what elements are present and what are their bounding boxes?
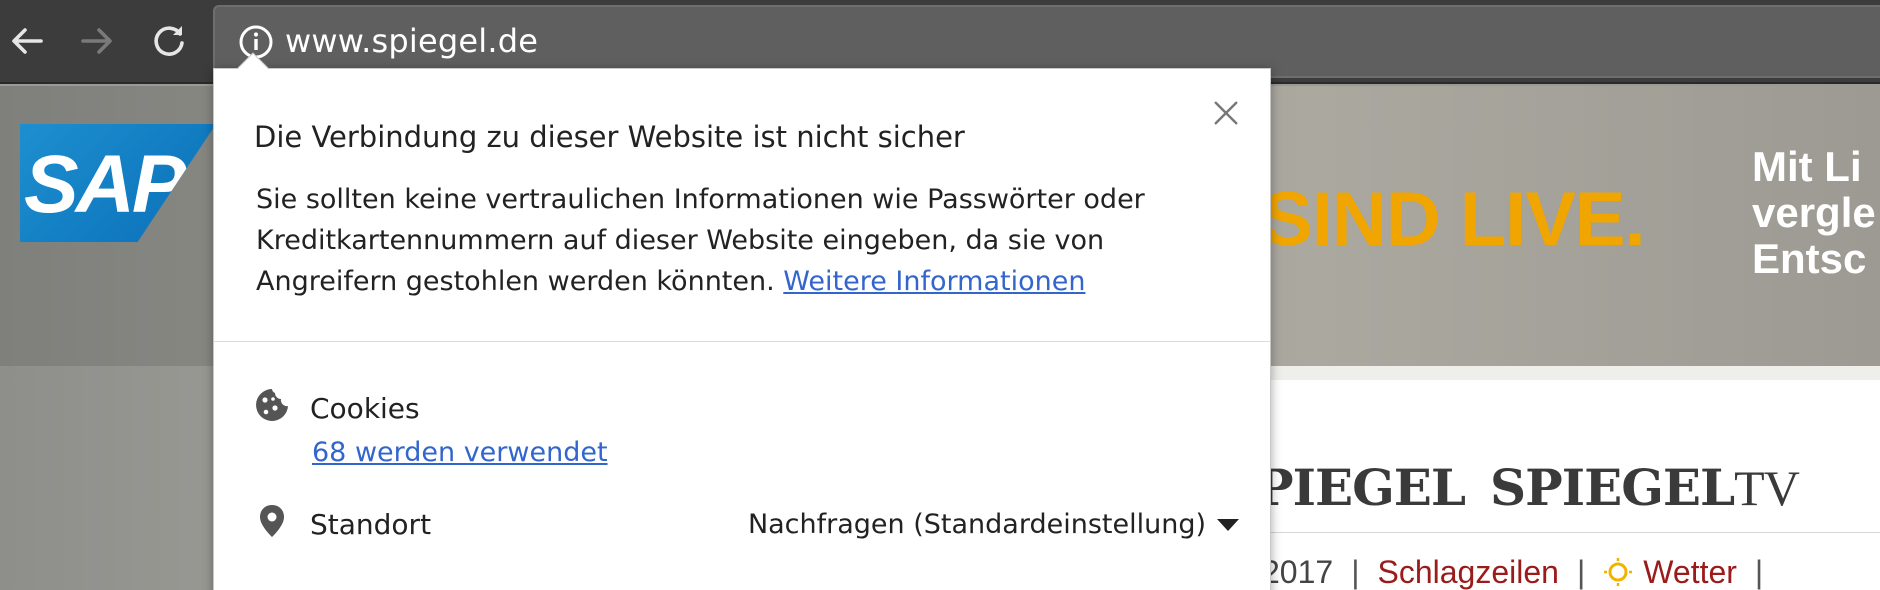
headlines-link[interactable]: Schlagzeilen <box>1378 554 1559 590</box>
site-info-popup: Die Verbindung zu dieser Website ist nic… <box>213 52 1271 590</box>
close-icon <box>1214 101 1238 125</box>
weather-link[interactable]: Wetter <box>1603 554 1737 590</box>
spiegel-tv-suffix: TV <box>1734 460 1800 516</box>
ad-side-line: vergle <box>1752 189 1876 236</box>
location-permission-select[interactable]: Nachfragen (Standardeinstellung) <box>740 503 1240 547</box>
ad-side-line: Mit Li <box>1752 144 1862 190</box>
spiegel-logo[interactable]: PIEGEL <box>1256 458 1466 517</box>
location-label: Standort <box>310 508 432 541</box>
chevron-down-icon <box>1217 519 1239 531</box>
location-permission-value: Nachfragen (Standardeinstellung) <box>747 509 1206 540</box>
sap-logo-text: SAP <box>24 139 187 230</box>
reload-icon <box>154 26 184 56</box>
cookies-label: Cookies <box>310 392 420 425</box>
connection-status-title: Die Verbindung zu dieser Website ist nic… <box>254 120 965 154</box>
connection-warning-text: Sie sollten keine vertraulichen Informat… <box>256 179 1236 302</box>
more-info-link[interactable]: Weitere Informationen <box>783 266 1085 297</box>
ad-side-line: Entsc <box>1752 235 1867 282</box>
divider <box>214 341 1270 342</box>
ad-headline: SIND LIVE. <box>1262 177 1646 262</box>
weather-link-label: Wetter <box>1643 554 1737 590</box>
date-year: 2017 <box>1262 554 1334 590</box>
reload-button[interactable] <box>144 16 194 66</box>
nav-separator: | <box>1754 554 1764 590</box>
spiegel-tv-logo[interactable]: SPIEGELTV <box>1490 458 1800 517</box>
divider <box>1262 532 1880 533</box>
sap-logo[interactable]: SAP <box>20 124 216 242</box>
location-pin-icon <box>260 505 284 537</box>
site-header: PIEGEL SPIEGELTV 2017 | Schlagzeilen | Wette… <box>1256 366 1880 590</box>
sun-icon <box>1604 558 1633 586</box>
cookies-in-use-link[interactable]: 68 werden verwendet <box>312 433 608 473</box>
spiegel-tv-word: SPIEGEL <box>1490 458 1735 517</box>
back-button[interactable] <box>2 16 52 66</box>
arrow-left-icon <box>12 28 43 54</box>
sub-navigation: 2017 | Schlagzeilen | Wetter | <box>1262 554 1880 590</box>
nav-separator: | <box>1351 554 1360 590</box>
ad-side-text: Mit Li vergle Entsc <box>1752 144 1880 282</box>
nav-separator: | <box>1576 554 1586 590</box>
cookie-icon <box>256 389 288 421</box>
forward-button[interactable] <box>72 16 122 66</box>
arrow-right-icon <box>81 28 112 54</box>
close-button[interactable] <box>1206 93 1246 133</box>
url-text[interactable]: www.spiegel.de <box>285 21 538 61</box>
